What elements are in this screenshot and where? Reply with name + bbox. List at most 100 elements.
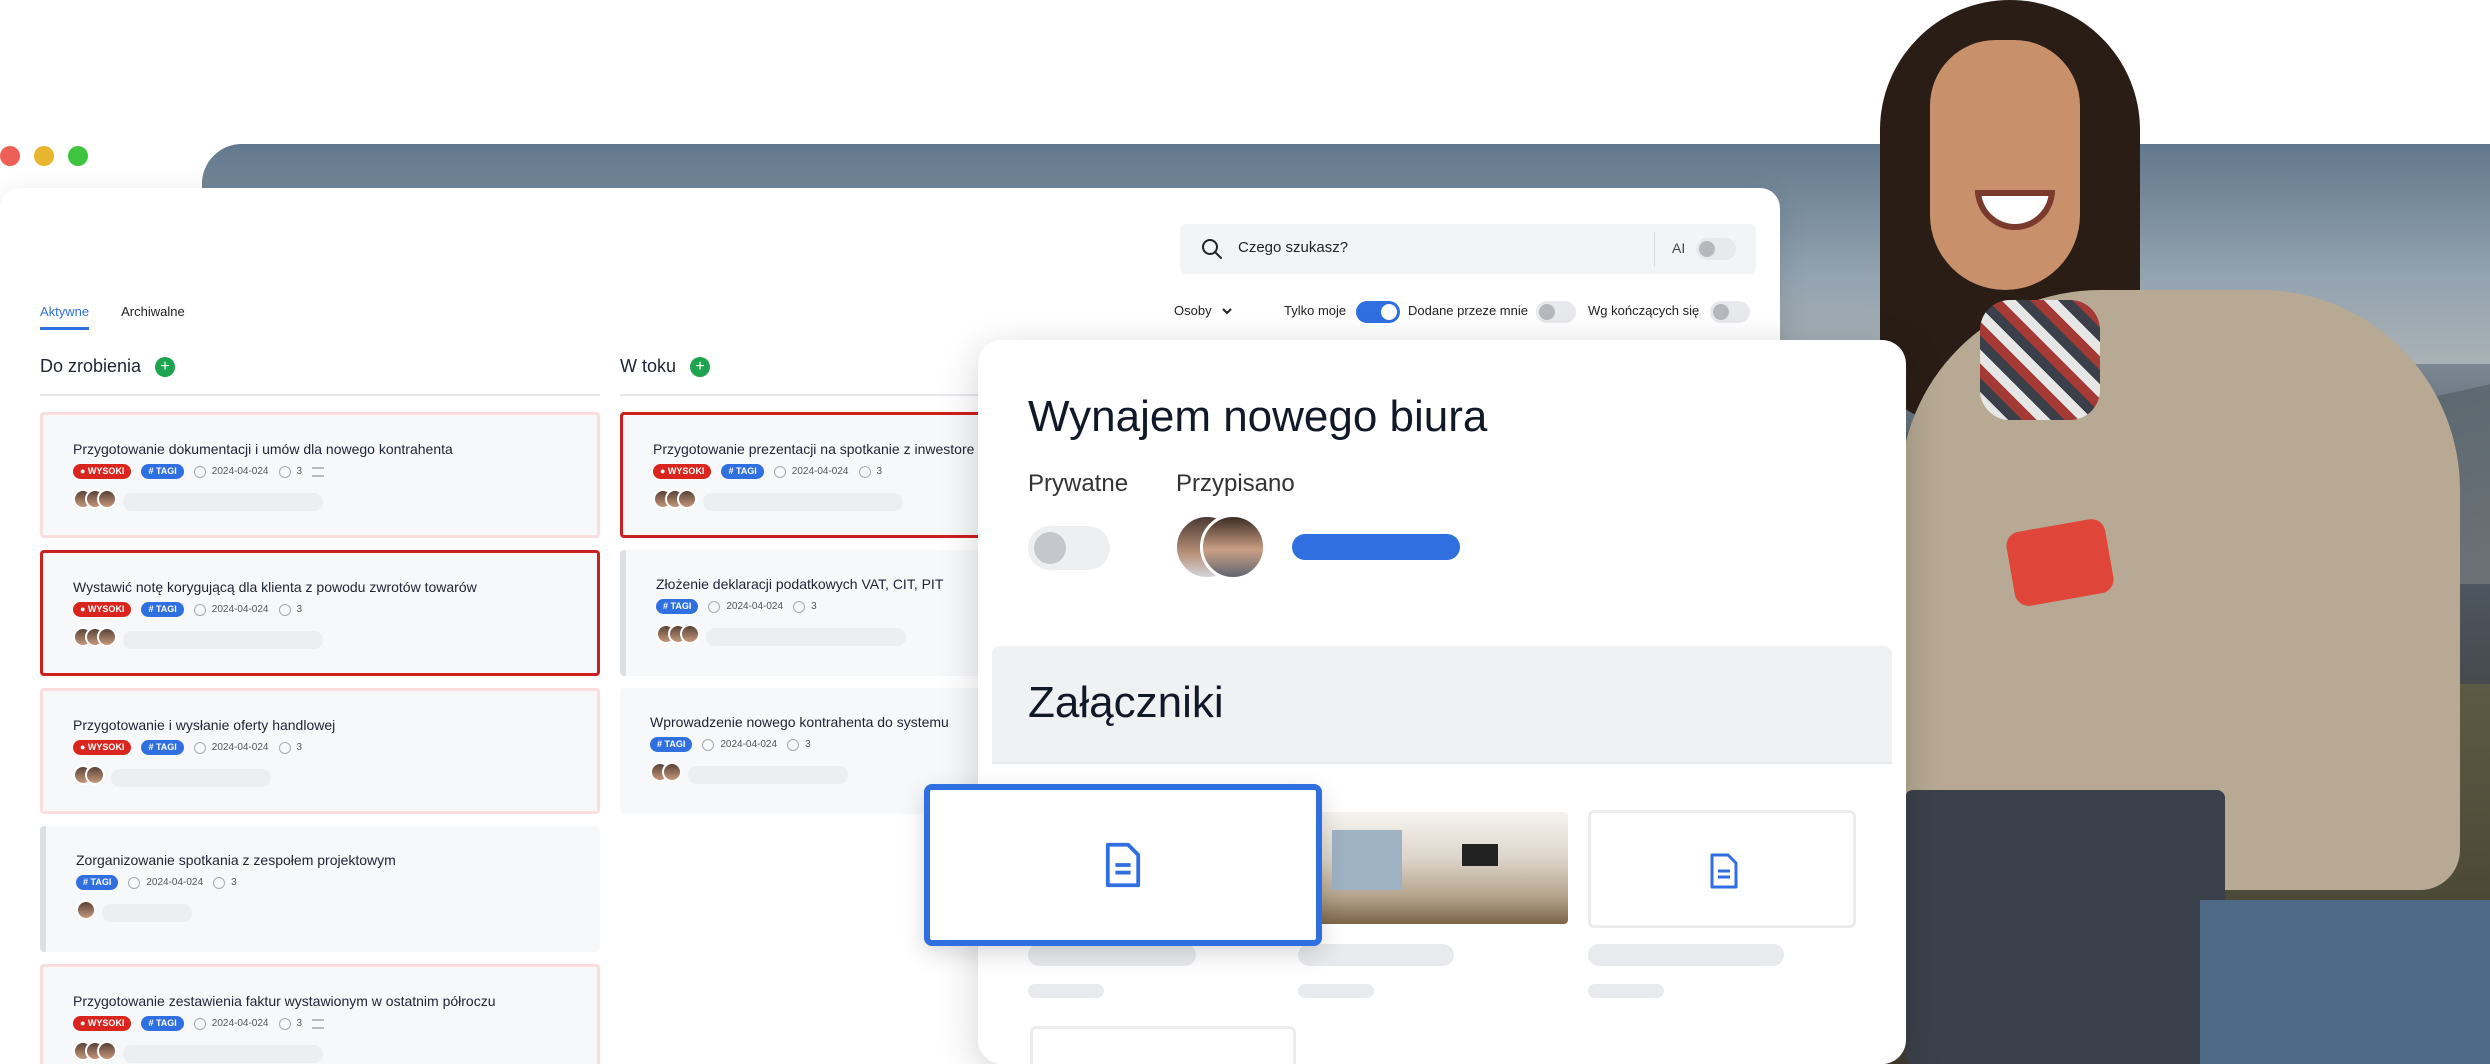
add-task-button[interactable]: +	[155, 356, 176, 377]
priority-badge: ● WYSOKI	[73, 740, 132, 755]
placeholder-bar	[1298, 944, 1454, 966]
placeholder-bar	[123, 493, 323, 511]
tag-badge[interactable]: # TAGI	[141, 602, 184, 617]
clock-icon	[708, 600, 721, 613]
clock-icon	[702, 738, 715, 751]
search-bar[interactable]: Czego szukasz? AI	[1180, 224, 1756, 274]
priority-badge: ● WYSOKI	[653, 464, 712, 479]
task-detail-panel: Wynajem nowego biura Prywatne Przypisano…	[978, 340, 1906, 1064]
add-task-button[interactable]: +	[690, 356, 711, 377]
toggle-knob	[1713, 304, 1729, 320]
tag-badge[interactable]: # TAGI	[141, 1016, 184, 1031]
ai-toggle[interactable]	[1696, 238, 1736, 260]
tag-badge[interactable]: # TAGI	[141, 740, 184, 755]
assignee-avatars	[650, 762, 682, 782]
column-header-todo: Do zrobienia +	[40, 356, 176, 377]
woman-collar	[1980, 300, 2100, 420]
document-icon	[1105, 842, 1141, 888]
assignee-avatars	[76, 900, 96, 920]
assigned-label: Przypisano	[1176, 470, 1295, 497]
tag-badge[interactable]: # TAGI	[656, 599, 699, 614]
toggle-knob	[1539, 304, 1555, 320]
placeholder-bar	[1028, 984, 1104, 998]
search-input[interactable]: Czego szukasz?	[1238, 239, 1348, 256]
photo-tv	[1462, 844, 1498, 866]
assignee-avatars	[73, 765, 105, 785]
private-label: Prywatne	[1028, 470, 1129, 497]
priority-badge: ● WYSOKI	[73, 464, 132, 479]
only-mine-filter: Tylko moje	[1284, 303, 1346, 318]
column-header-in-progress: W toku +	[620, 356, 711, 377]
task-date: 2024-04-024	[211, 1018, 269, 1029]
document-thumbnail[interactable]	[1588, 810, 1856, 928]
by-ending-filter: Wg kończących się	[1588, 303, 1699, 318]
people-filter[interactable]: Osoby	[1174, 303, 1234, 318]
tag-badge[interactable]: # TAGI	[721, 464, 764, 479]
comment-icon	[793, 600, 806, 613]
tag-badge[interactable]: # TAGI	[141, 464, 184, 479]
added-by-me-label: Dodane przeze mnie	[1408, 303, 1528, 318]
assignee-avatars	[73, 1041, 117, 1061]
toggle-knob	[1381, 304, 1397, 320]
private-toggle[interactable]	[1028, 526, 1110, 570]
clock-icon	[193, 1017, 206, 1030]
placeholder-bar	[688, 766, 848, 784]
tab-aktywne[interactable]: Aktywne	[40, 304, 90, 330]
clock-icon	[773, 465, 786, 478]
avatar	[677, 489, 697, 509]
tab-archiwalne[interactable]: Archiwalne	[121, 304, 185, 330]
window-close-dot[interactable]	[0, 146, 20, 166]
priority-badge: ● WYSOKI	[73, 602, 132, 617]
dragged-attachment-card[interactable]	[924, 784, 1322, 946]
avatar[interactable]	[1200, 514, 1266, 580]
placeholder-bar	[703, 493, 903, 511]
document-thumbnail[interactable]	[1030, 1026, 1296, 1064]
avatar	[97, 489, 117, 509]
task-card[interactable]: Przygotowanie zestawienia faktur wystawi…	[40, 964, 600, 1064]
task-date: 2024-04-024	[726, 601, 784, 612]
task-card[interactable]: Przygotowanie i wysłanie oferty handlowe…	[40, 688, 600, 814]
placeholder-bar	[123, 631, 323, 649]
assignee-avatars	[73, 489, 117, 509]
comment-count: 3	[811, 601, 817, 612]
list-icon	[312, 466, 325, 477]
office-photo-thumbnail[interactable]	[1312, 812, 1568, 924]
comment-count: 3	[296, 604, 303, 615]
only-mine-label: Tylko moje	[1284, 303, 1347, 318]
column-divider	[620, 394, 980, 396]
avatar	[76, 900, 96, 920]
task-card[interactable]: Przygotowanie dokumentacji i umów dla no…	[40, 412, 600, 538]
comment-count: 3	[876, 466, 883, 477]
by-ending-toggle[interactable]	[1710, 301, 1750, 323]
avatar	[680, 624, 700, 644]
laptop	[1905, 790, 2225, 1064]
window-maximize-dot[interactable]	[68, 146, 88, 166]
placeholder-bar	[1588, 944, 1784, 966]
task-date: 2024-04-024	[720, 739, 778, 750]
placeholder-bar	[1028, 944, 1196, 966]
task-card[interactable]: Wystawić notę korygującą dla klienta z p…	[40, 550, 600, 676]
tag-badge[interactable]: # TAGI	[650, 737, 693, 752]
only-mine-toggle[interactable]	[1356, 301, 1400, 323]
task-date: 2024-04-024	[211, 604, 269, 615]
task-title: Złożenie deklaracji podatkowych VAT, CIT…	[656, 576, 944, 592]
comment-icon	[213, 876, 226, 889]
avatar	[662, 762, 682, 782]
window-minimize-dot[interactable]	[34, 146, 54, 166]
added-by-me-toggle[interactable]	[1536, 301, 1576, 323]
placeholder-bar	[123, 1045, 323, 1063]
list-icon	[312, 1018, 325, 1029]
task-date: 2024-04-024	[146, 877, 204, 888]
clock-icon	[128, 876, 141, 889]
comment-count: 3	[296, 1018, 303, 1029]
assignee-name-placeholder	[1292, 534, 1460, 560]
search-divider	[1654, 232, 1655, 266]
placeholder-bar	[111, 769, 271, 787]
avatar	[97, 627, 117, 647]
woman-jeans	[2200, 900, 2490, 1064]
clock-icon	[193, 741, 206, 754]
chevron-down-icon	[1221, 307, 1232, 314]
toggle-knob	[1699, 241, 1715, 257]
tag-badge[interactable]: # TAGI	[76, 875, 119, 890]
task-card[interactable]: Zorganizowanie spotkania z zespołem proj…	[40, 826, 600, 952]
